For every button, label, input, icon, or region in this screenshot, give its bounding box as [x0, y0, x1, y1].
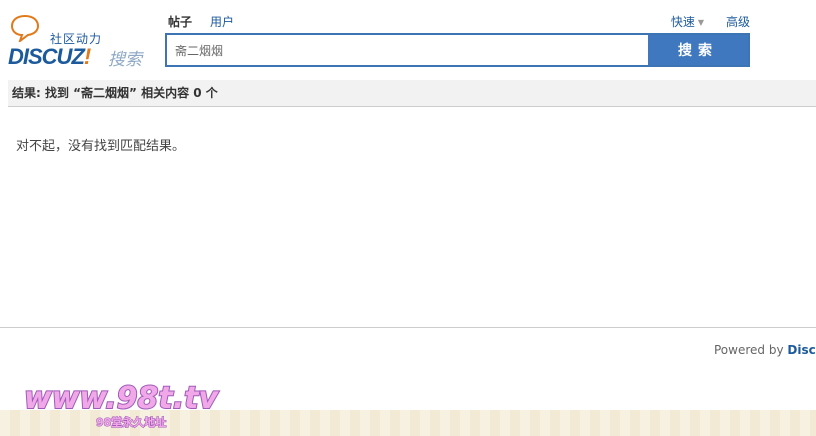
search-type-tabs: 帖子 用户 [168, 13, 234, 39]
search-options: 快速 ▼ 高级 [671, 13, 750, 30]
site-watermark-logo: www.98t.tv 98堂永久地址 [24, 380, 220, 430]
search-button[interactable]: 搜索 [648, 35, 748, 65]
quick-search-label: 快速 [670, 15, 695, 29]
powered-by-prefix: Powered by [714, 343, 788, 357]
discuz-logo[interactable]: 社区动力 DISCUZ! 搜索 [8, 14, 158, 70]
search-box: 搜索 [165, 33, 750, 67]
speech-bubble-icon [10, 14, 40, 42]
tab-users[interactable]: 用户 [210, 13, 234, 30]
discuz-link[interactable]: Discuz [787, 343, 816, 357]
logo-brand-mark: ! [83, 44, 91, 69]
footer-divider [0, 327, 816, 328]
powered-by: Powered by Discuz [714, 343, 816, 357]
no-results-message: 对不起，没有找到匹配结果。 [16, 139, 186, 154]
logo-brand: DISCUZ! [8, 44, 91, 70]
result-summary-bar: 结果: 找到 “斋二烟烟” 相关内容 0 个 [8, 80, 816, 107]
search-input[interactable] [167, 35, 648, 65]
advanced-search-link[interactable]: 高级 [726, 13, 750, 30]
chevron-down-icon: ▼ [697, 18, 704, 27]
tab-posts[interactable]: 帖子 [168, 13, 192, 39]
result-summary: 结果: 找到 “斋二烟烟” 相关内容 0 个 [12, 86, 218, 100]
logo-brand-text: DISCUZ [8, 44, 85, 69]
watermark-main-text: www.98t.tv [24, 381, 219, 416]
logo-search-word: 搜索 [108, 50, 142, 70]
watermark-sub-text: 98堂永久地址 [96, 415, 166, 429]
quick-search-dropdown[interactable]: 快速 ▼ [671, 13, 704, 30]
